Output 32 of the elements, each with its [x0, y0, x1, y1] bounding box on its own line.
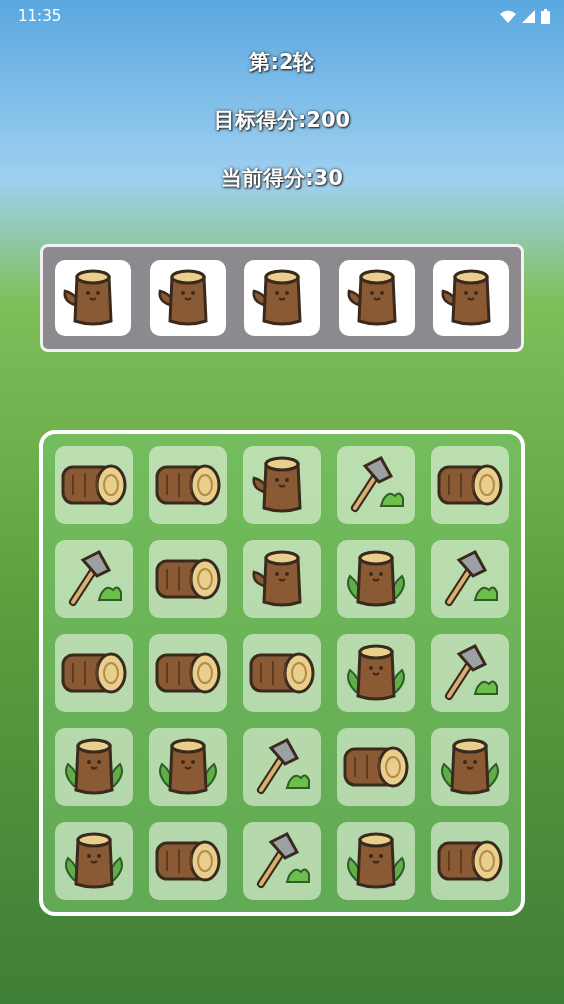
game-tile[interactable] — [55, 540, 133, 618]
game-tile[interactable] — [243, 446, 321, 524]
game-tile[interactable] — [337, 822, 415, 900]
status-time: 11:35 — [18, 7, 62, 25]
game-tile[interactable] — [55, 634, 133, 712]
game-tile[interactable] — [431, 446, 509, 524]
round-label: 第:2轮 — [249, 49, 315, 76]
signal-icon — [522, 9, 535, 23]
game-tile[interactable] — [55, 822, 133, 900]
game-tile[interactable] — [243, 822, 321, 900]
game-tile[interactable] — [337, 634, 415, 712]
game-tile[interactable] — [243, 728, 321, 806]
game-tile[interactable] — [431, 728, 509, 806]
target-score: 目标得分:200 — [213, 107, 351, 134]
game-tile[interactable] — [431, 822, 509, 900]
game-tile[interactable] — [243, 540, 321, 618]
game-tile[interactable] — [149, 634, 227, 712]
game-tile[interactable] — [337, 728, 415, 806]
game-tile[interactable] — [55, 728, 133, 806]
game-tile[interactable] — [337, 446, 415, 524]
wifi-icon — [500, 9, 516, 23]
game-tile[interactable] — [149, 728, 227, 806]
game-tile[interactable] — [149, 822, 227, 900]
current-score: 当前得分:30 — [221, 165, 343, 192]
game-tile[interactable] — [431, 634, 509, 712]
game-tile[interactable] — [149, 540, 227, 618]
game-tile[interactable] — [243, 634, 321, 712]
game-tile[interactable] — [149, 446, 227, 524]
game-tile[interactable] — [55, 446, 133, 524]
game-tile[interactable] — [431, 540, 509, 618]
game-tile[interactable] — [337, 540, 415, 618]
battery-icon — [541, 8, 550, 24]
